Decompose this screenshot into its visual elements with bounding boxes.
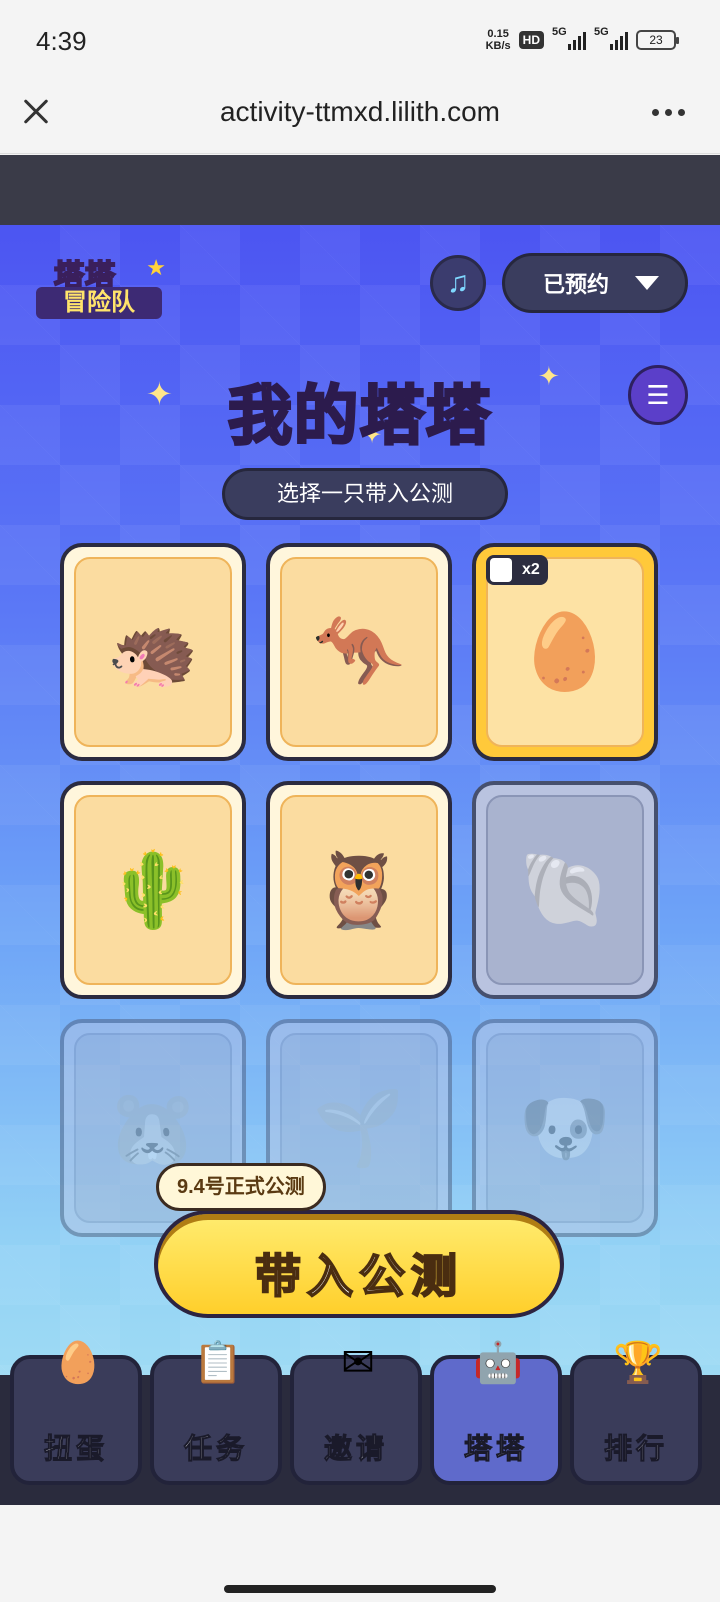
nav-item-1[interactable]: 🥚 扭蛋: [10, 1341, 142, 1485]
checklist-icon[interactable]: ☰: [628, 365, 688, 425]
more-menu-icon[interactable]: [652, 100, 692, 124]
nav-item-5[interactable]: 🏆 排行: [570, 1341, 702, 1485]
game-logo: 塔塔 冒险队 ★: [36, 251, 166, 321]
nav-item-3[interactable]: ✉ 邀请: [290, 1341, 422, 1485]
browser-toolbar: activity-ttmxd.lilith.com: [0, 80, 720, 154]
sparkle-icon: ★: [146, 255, 166, 280]
reserved-dropdown-button[interactable]: 已预约: [502, 253, 688, 313]
hedgehog-pet-icon: 🦔: [106, 610, 200, 693]
cactus-pet-icon: 🌵: [106, 848, 200, 931]
status-icons: 0.15 KB/s HD 5G 5G 23: [485, 26, 679, 52]
gacha-egg-icon: 🥚: [53, 1341, 103, 1385]
music-icon[interactable]: ♫: [430, 255, 486, 311]
top-band: [0, 155, 720, 225]
url-text: activity-ttmxd.lilith.com: [219, 96, 501, 127]
pet-card-star-egg[interactable]: 🥚 x2: [472, 543, 658, 761]
pet-card-bird[interactable]: 🦉: [266, 781, 452, 999]
pet-card-hedgehog[interactable]: 🦔: [60, 543, 246, 761]
home-indicator[interactable]: [224, 1585, 496, 1593]
nav-label: 排行: [603, 1433, 668, 1465]
task-clipboard-icon: 📋: [193, 1341, 243, 1385]
system-nav-bar: [0, 1505, 720, 1602]
nav-label: 任务: [183, 1433, 248, 1465]
page-title: 我的塔塔: [227, 379, 492, 454]
sprout-pet-icon: 🌱: [312, 1086, 406, 1169]
pet-card-dog[interactable]: 🐶: [472, 1019, 658, 1237]
pet-card-kangaroo[interactable]: 🦘: [266, 543, 452, 761]
signal-icon: 5G: [552, 26, 586, 50]
tata-robot-icon: 🤖: [473, 1341, 523, 1385]
caret-down-icon: [635, 276, 660, 290]
status-bar: 4:39 0.15 KB/s HD 5G 5G 23: [0, 0, 720, 80]
nav-label: 塔塔: [463, 1433, 528, 1465]
nav-label: 邀请: [323, 1433, 388, 1465]
nav-item-2[interactable]: 📋 任务: [150, 1341, 282, 1485]
beta-date-tag: 9.4号正式公测: [156, 1163, 326, 1211]
nav-item-4[interactable]: 🤖 塔塔: [430, 1341, 562, 1485]
pet-card-shell-crab[interactable]: 🐚: [472, 781, 658, 999]
nav-label: 扭蛋: [43, 1433, 108, 1465]
page-subtitle: 选择一只带入公测: [222, 468, 508, 520]
invite-envelope-icon: ✉: [341, 1341, 375, 1385]
battery-icon: 23: [636, 30, 679, 50]
signal-icon-2: 5G: [594, 26, 628, 50]
kangaroo-pet-icon: 🦘: [312, 610, 406, 693]
bird-pet-icon: 🦉: [312, 848, 406, 931]
hd-icon: HD: [518, 31, 544, 49]
network-speed: 0.15 KB/s: [485, 28, 511, 52]
bring-to-beta-button[interactable]: 带入公测: [154, 1210, 564, 1318]
shell-crab-pet-icon: 🐚: [518, 848, 612, 931]
star-egg-pet-icon: 🥚: [518, 610, 612, 693]
count-badge: x2: [486, 555, 548, 585]
status-time: 4:39: [36, 26, 87, 56]
pet-card-cactus[interactable]: 🌵: [60, 781, 246, 999]
trophy-icon: 🏆: [613, 1341, 663, 1385]
game-page: 塔塔 冒险队 ★ ♫ 已预约 ✦ ✦ ✦ 我的塔塔 ☰ 选择一只带入公测 🦔 🦘 🥚…: [0, 225, 720, 1505]
hamster-pet-icon: 🐹: [106, 1086, 200, 1169]
dog-pet-icon: 🐶: [518, 1086, 612, 1169]
